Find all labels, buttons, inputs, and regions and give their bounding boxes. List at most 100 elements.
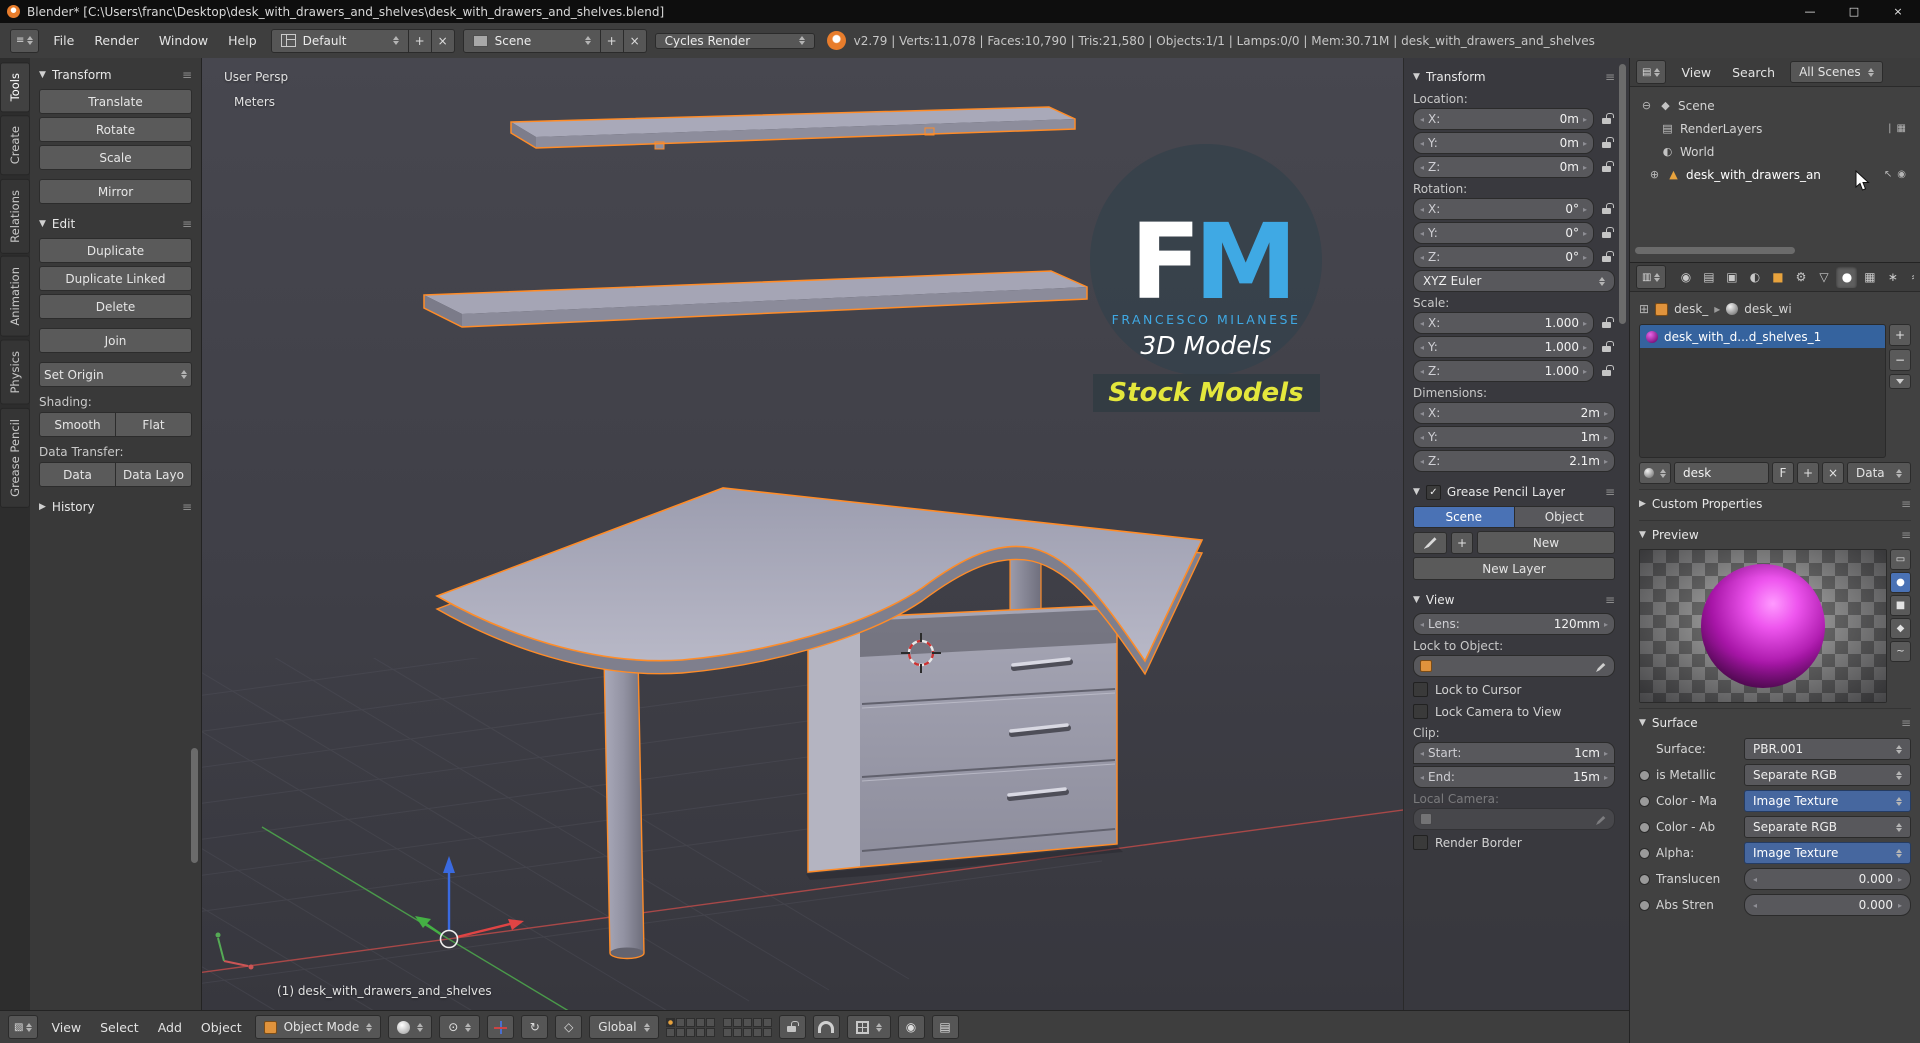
step-left-icon[interactable]: ◂	[1420, 229, 1424, 238]
shade-smooth-button[interactable]: Smooth	[39, 412, 116, 437]
info-editor-selector[interactable]: ≡	[10, 28, 40, 53]
gp-new-layer-button[interactable]: New Layer	[1413, 557, 1615, 580]
tab-relations[interactable]: Relations	[0, 178, 30, 254]
menu-window[interactable]: Window	[153, 33, 214, 48]
draw-pencil-button[interactable]	[1413, 531, 1447, 554]
dimensions-y-field[interactable]: ◂ Y: 1m ▸	[1413, 426, 1615, 448]
panel-menu-icon[interactable]: ≡	[1605, 593, 1615, 607]
step-right-icon[interactable]: ▸	[1604, 433, 1608, 442]
layer-toggle[interactable]	[722, 1017, 732, 1027]
lock-to-scene-button[interactable]	[778, 1015, 806, 1039]
step-right-icon[interactable]: ▸	[1583, 139, 1587, 148]
lock-scale-z-button[interactable]	[1598, 365, 1615, 377]
lock-object-field[interactable]	[1413, 655, 1615, 677]
outliner-editor-selector[interactable]: ▤	[1636, 60, 1667, 84]
location-x-field[interactable]: ◂ X: 0m ▸	[1413, 108, 1594, 130]
material-slot-selected[interactable]: desk_with_d...d_shelves_1	[1640, 325, 1885, 348]
location-y-field[interactable]: ◂ Y: 0m ▸	[1413, 132, 1594, 154]
tab-scene[interactable]: ▣	[1721, 266, 1742, 288]
panel-header-custom-properties[interactable]: ▶ Custom Properties ≡	[1639, 489, 1911, 515]
step-right-icon[interactable]: ▸	[1583, 319, 1587, 328]
layer-toggle[interactable]	[665, 1017, 675, 1027]
panel-header-preview[interactable]: ▼ Preview ≡	[1639, 520, 1911, 546]
manipulator-scale-button[interactable]: ◇	[555, 1015, 583, 1039]
duplicate-linked-button[interactable]: Duplicate Linked	[39, 266, 192, 291]
unlink-material-button[interactable]: ×	[1822, 462, 1844, 484]
alpha-dropdown[interactable]: Image Texture	[1744, 842, 1911, 864]
lock-location-x-button[interactable]	[1598, 113, 1615, 125]
tab-object-data[interactable]: ▽	[1813, 266, 1834, 288]
step-right-icon[interactable]: ▸	[1898, 875, 1902, 884]
panel-menu-icon[interactable]: ≡	[1605, 485, 1615, 499]
surface-shader-dropdown[interactable]: PBR.001	[1744, 738, 1911, 760]
layer-toggle[interactable]	[685, 1027, 695, 1037]
dimensions-z-field[interactable]: ◂ Z: 2.1m ▸	[1413, 450, 1615, 472]
scale-button[interactable]: Scale	[39, 145, 192, 170]
is-metallic-dropdown[interactable]: Separate RGB	[1744, 764, 1911, 786]
tab-material[interactable]: ●	[1836, 266, 1858, 288]
tab-world[interactable]: ◐	[1744, 266, 1765, 288]
lock-rotation-z-button[interactable]	[1598, 251, 1615, 263]
material-specials-button[interactable]	[1889, 374, 1911, 389]
step-right-icon[interactable]: ▸	[1583, 343, 1587, 352]
delete-button[interactable]: Delete	[39, 294, 192, 319]
layer-toggle[interactable]	[732, 1017, 742, 1027]
viewport-shading-dropdown[interactable]	[388, 1015, 433, 1039]
restrict-render-icon[interactable]: ◉	[1897, 169, 1906, 180]
outliner-filter-dropdown[interactable]: All Scenes	[1790, 61, 1883, 83]
panel-menu-icon[interactable]: ≡	[182, 217, 192, 231]
step-right-icon[interactable]: ▸	[1583, 115, 1587, 124]
step-left-icon[interactable]: ◂	[1420, 343, 1424, 352]
step-left-icon[interactable]: ◂	[1420, 409, 1424, 418]
menu-help[interactable]: Help	[222, 33, 263, 48]
pivot-dropdown[interactable]: ⊙	[439, 1015, 481, 1039]
clip-end-field[interactable]: ◂ End: 15m ▸	[1413, 766, 1615, 788]
panel-menu-icon[interactable]: ≡	[1901, 497, 1911, 511]
translate-button[interactable]: Translate	[39, 89, 192, 114]
gp-add-button[interactable]: +	[1451, 531, 1473, 554]
orientation-dropdown[interactable]: Global	[589, 1015, 659, 1039]
outliner-item-desk[interactable]: ⊕ ▲ desk_with_drawers_an ↖ ◉	[1634, 163, 1916, 186]
layer-toggle[interactable]	[742, 1017, 752, 1027]
data-transfer-data-button[interactable]: Data	[39, 462, 116, 487]
npanel-scrollbar[interactable]	[1619, 64, 1626, 324]
step-right-icon[interactable]: ▸	[1604, 620, 1608, 629]
manipulator-rotate-button[interactable]: ↻	[521, 1015, 549, 1039]
location-z-field[interactable]: ◂ Z: 0m ▸	[1413, 156, 1594, 178]
outliner-item-renderlayers[interactable]: ▤ RenderLayers | ▦	[1634, 117, 1916, 140]
tab-tools[interactable]: Tools	[0, 62, 30, 113]
add-material-slot-button[interactable]: +	[1889, 324, 1911, 346]
layer-toggle[interactable]	[675, 1017, 685, 1027]
layer-toggle[interactable]	[762, 1027, 772, 1037]
tab-texture[interactable]: ▦	[1859, 266, 1880, 288]
step-left-icon[interactable]: ◂	[1420, 367, 1424, 376]
layer-toggle[interactable]	[705, 1027, 715, 1037]
rotation-mode-dropdown[interactable]: XYZ Euler	[1413, 270, 1615, 292]
toolshelf-scrollbar[interactable]	[191, 748, 198, 863]
preview-cube-button[interactable]: ■	[1890, 595, 1911, 616]
step-right-icon[interactable]: ▸	[1604, 773, 1608, 782]
layer-toggle[interactable]	[762, 1017, 772, 1027]
dimensions-x-field[interactable]: ◂ X: 2m ▸	[1413, 402, 1615, 424]
rotation-z-field[interactable]: ◂ Z: 0° ▸	[1413, 246, 1594, 268]
layer-toggle[interactable]	[752, 1027, 762, 1037]
tab-physics[interactable]: Physics	[0, 340, 30, 405]
viewport-menu-select[interactable]: Select	[94, 1020, 145, 1035]
step-left-icon[interactable]: ◂	[1420, 139, 1424, 148]
new-material-button[interactable]: +	[1797, 462, 1819, 484]
step-right-icon[interactable]: ▸	[1583, 229, 1587, 238]
panel-header-view[interactable]: ▼ View ≡	[1413, 589, 1615, 611]
duplicate-button[interactable]: Duplicate	[39, 238, 192, 263]
scale-z-field[interactable]: ◂ Z: 1.000 ▸	[1413, 360, 1594, 382]
step-right-icon[interactable]: ▸	[1604, 409, 1608, 418]
mode-dropdown[interactable]: Object Mode	[254, 1015, 382, 1039]
remove-material-slot-button[interactable]: −	[1889, 349, 1911, 371]
outliner-item-world[interactable]: ◐ World	[1634, 140, 1916, 163]
layer-toggle[interactable]	[695, 1027, 705, 1037]
add-scene-button[interactable]: +	[600, 28, 624, 53]
tab-render-layers[interactable]: ▤	[1698, 266, 1719, 288]
gp-source-scene-button[interactable]: Scene	[1413, 506, 1515, 528]
viewport-menu-view[interactable]: View	[45, 1020, 87, 1035]
rotation-x-field[interactable]: ◂ X: 0° ▸	[1413, 198, 1594, 220]
shade-flat-button[interactable]: Flat	[116, 412, 192, 437]
